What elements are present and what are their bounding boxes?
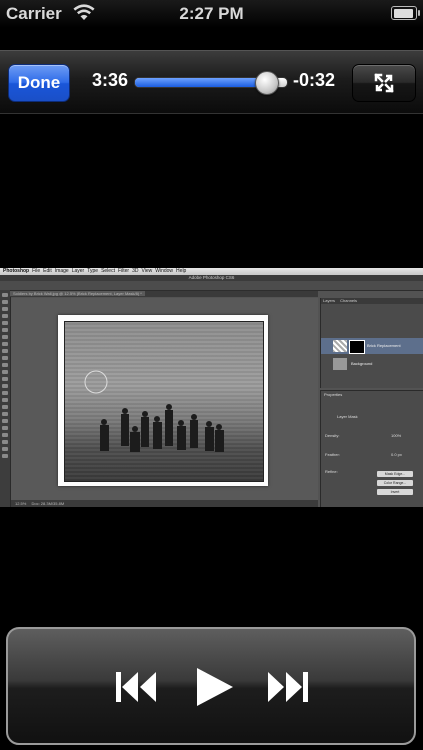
layer-name: Background (351, 361, 373, 366)
photoshop-doc-tab: Soldiers by Brick Wall.jpg @ 12.5% (Bric… (10, 291, 318, 297)
done-button[interactable]: Done (8, 64, 70, 102)
ps-menu-item: View (141, 268, 153, 274)
photoshop-canvas (11, 298, 318, 500)
properties-title: Properties (324, 392, 343, 397)
photoshop-menubar: Photoshop File Edit Image Layer Type Select Fil… (0, 268, 423, 275)
ps-menu-item: Help (176, 268, 187, 274)
transport-controls (6, 627, 416, 745)
layer-name: Brick Replacement (367, 343, 401, 348)
zoom-readout: 12.5% (15, 501, 27, 506)
video-frame[interactable]: Photoshop File Edit Image Layer Type Select Fil… (0, 268, 423, 507)
clock: 2:27 PM (179, 4, 244, 23)
progress-fill (135, 78, 268, 87)
ps-menu-item: 3D (132, 268, 139, 274)
doc-tab-label: Soldiers by Brick Wall.jpg @ 12.5% (Bric… (10, 291, 145, 296)
layers-panel: Layers Channels Brick Replacement Backgr… (320, 298, 423, 388)
document-image (58, 315, 268, 486)
doc-size-readout: Doc: 28.3M/35.8M (31, 501, 65, 506)
density-label: Density: (325, 433, 340, 438)
invert-button: Invert (377, 489, 413, 495)
photoshop-options-bar (0, 281, 423, 291)
elapsed-time: 3:36 (92, 70, 129, 90)
next-track-icon (268, 672, 308, 702)
ps-menu-item: Image (54, 268, 69, 274)
play-button[interactable] (194, 666, 234, 713)
layers-panel-tabs: Layers Channels (321, 298, 423, 304)
tab-channels: Channels (340, 298, 358, 303)
fullscreen-toggle-icon (374, 73, 394, 93)
status-bar: Carrier 2:27 PM (0, 0, 423, 28)
feather-value: 0.0 px (391, 452, 402, 457)
ps-menu-item: Edit (43, 268, 52, 274)
previous-track-icon (116, 672, 156, 702)
color-range-button: Color Range... (377, 480, 413, 486)
previous-button[interactable] (114, 669, 160, 710)
mask-label: Layer Mask (337, 414, 358, 419)
layer-row: Brick Replacement (321, 338, 423, 354)
ps-menu-item: Layer (71, 268, 85, 274)
ps-menu-item: Filter (117, 268, 130, 274)
properties-panel: Properties Layer Mask Density: 100% Feat… (320, 390, 423, 507)
player-toolbar: Done 3:36 -0:32 (0, 50, 423, 114)
layer-row: Background (321, 356, 423, 372)
refine-label: Refine: (325, 469, 338, 474)
ps-menu-item: Select (101, 268, 115, 274)
soldiers-photo (64, 321, 264, 482)
next-button[interactable] (264, 669, 310, 710)
tab-layers: Layers (323, 298, 336, 303)
remaining-time: -0:32 (293, 70, 336, 90)
density-value: 100% (391, 433, 402, 438)
ps-menu-item: File (32, 268, 41, 274)
fullscreen-button[interactable] (352, 64, 416, 102)
ps-menu-item: Type (87, 268, 99, 274)
battery-icon (391, 6, 420, 20)
photoshop-status-bar: 12.5% Doc: 28.3M/35.8M (11, 500, 318, 507)
ps-menu-item: Photoshop (3, 268, 30, 274)
feather-label: Feather: (325, 452, 340, 457)
mask-edge-button: Mask Edge... (377, 471, 413, 477)
photoshop-toolbox (0, 290, 11, 507)
ps-menu-item: Window (155, 268, 174, 274)
scrubber-knob[interactable] (255, 71, 280, 95)
play-icon (197, 668, 233, 706)
